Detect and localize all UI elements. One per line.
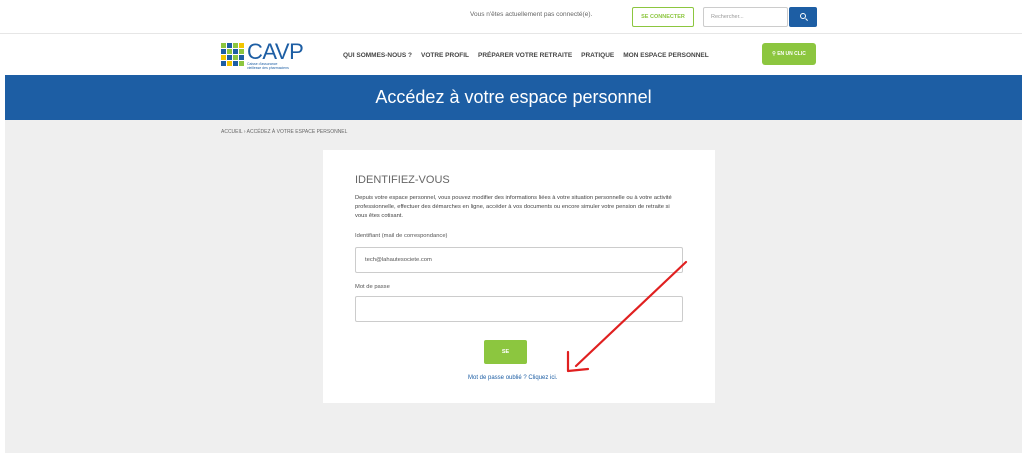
search-input[interactable]: Rechercher... bbox=[703, 7, 788, 27]
header-login-button[interactable]: SE CONNECTER bbox=[632, 7, 694, 27]
login-card: IDENTIFIEZ-VOUS Depuis votre espace pers… bbox=[323, 150, 715, 403]
login-card-intro: Depuis votre espace personnel, vous pouv… bbox=[355, 195, 672, 219]
login-submit-button[interactable]: SE CONNECTER bbox=[484, 340, 527, 379]
identifier-field[interactable]: tech@lahautesociete.com bbox=[355, 247, 683, 273]
breadcrumb[interactable]: ACCUEIL › ACCÉDEZ À VOTRE ESPACE PERSONN… bbox=[221, 129, 347, 135]
cavp-logo[interactable]: CAVP Caisse d'assurance vieillesse des p… bbox=[221, 39, 321, 71]
login-status-text: Vous n'êtes actuellement pas connecté(e)… bbox=[470, 11, 593, 18]
top-utility-bar: Vous n'êtes actuellement pas connecté(e)… bbox=[0, 0, 1022, 34]
main-navbar: CAVP Caisse d'assurance vieillesse des p… bbox=[0, 35, 1022, 75]
cta-label: EN UN CLIC bbox=[777, 51, 806, 57]
password-field[interactable] bbox=[355, 296, 683, 322]
identifier-label: Identifiant (mail de correspondance) bbox=[355, 233, 448, 239]
logo-dots-icon bbox=[221, 43, 245, 67]
en-un-clic-button[interactable]: ⚲ EN UN CLIC bbox=[762, 43, 816, 65]
content-area: ACCUEIL › ACCÉDEZ À VOTRE ESPACE PERSONN… bbox=[5, 120, 1022, 453]
logo-tagline: Caisse d'assurance vieillesse des pharma… bbox=[247, 62, 289, 70]
search-button[interactable] bbox=[789, 7, 817, 27]
nav-item-votre-profil[interactable]: VOTRE PROFIL bbox=[421, 52, 469, 59]
nav-item-qui-sommes-nous[interactable]: QUI SOMMES-NOUS ? bbox=[343, 52, 412, 59]
login-card-title: IDENTIFIEZ-VOUS bbox=[355, 174, 450, 186]
nav-item-espace-personnel[interactable]: MON ESPACE PERSONNEL bbox=[623, 52, 708, 59]
nav-item-preparer-retraite[interactable]: PRÉPARER VOTRE RETRAITE bbox=[478, 52, 572, 59]
password-label: Mot de passe bbox=[355, 284, 390, 290]
forgot-password-link[interactable]: Mot de passe oublié ? Cliquez ici. bbox=[468, 375, 557, 381]
search-icon bbox=[800, 13, 806, 19]
nav-item-pratique[interactable]: PRATIQUE bbox=[581, 52, 614, 59]
hero-banner: Accédez à votre espace personnel bbox=[5, 75, 1022, 120]
main-menu: QUI SOMMES-NOUS ? VOTRE PROFIL PRÉPARER … bbox=[343, 52, 709, 59]
page-title: Accédez à votre espace personnel bbox=[375, 87, 652, 107]
